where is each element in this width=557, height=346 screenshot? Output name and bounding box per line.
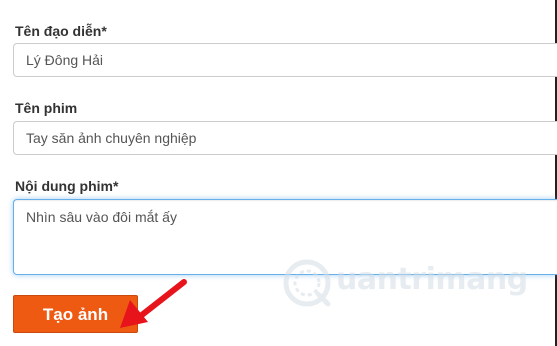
movie-name-input[interactable] — [13, 121, 557, 155]
director-label: Tên đạo diễn* — [15, 23, 107, 39]
movie-content-label: Nội dung phim* — [15, 178, 119, 194]
red-arrow-icon — [120, 279, 187, 328]
movie-name-label: Tên phim — [15, 100, 78, 116]
watermark: uantrimang — [282, 258, 528, 308]
director-input[interactable] — [13, 43, 557, 77]
quantrimang-logo-icon — [283, 259, 331, 307]
watermark-text: uantrimang — [336, 262, 528, 297]
